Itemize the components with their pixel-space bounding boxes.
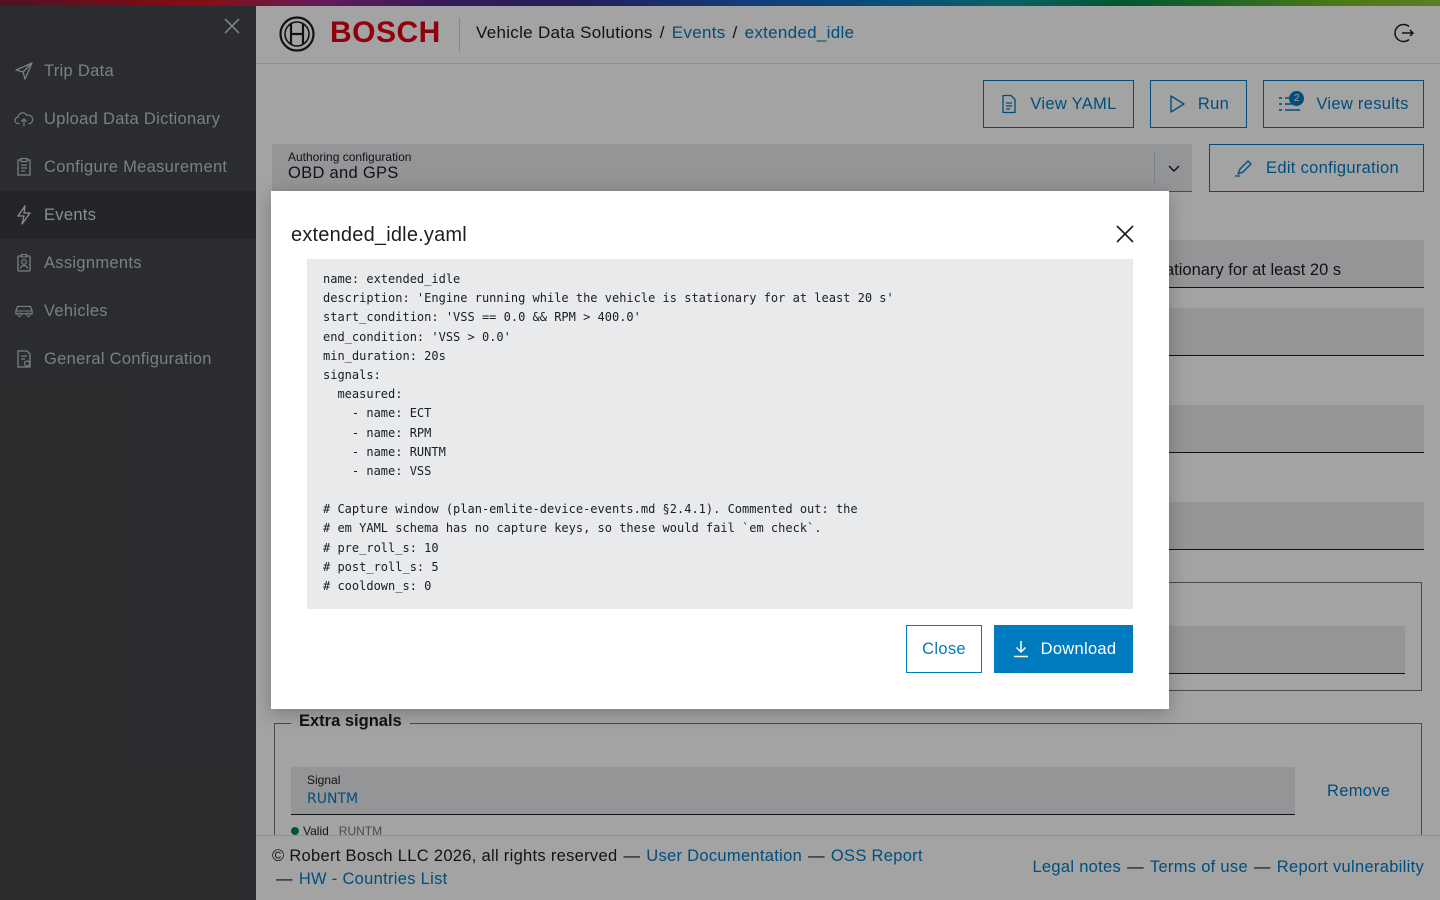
dialog-title: extended_idle.yaml (291, 224, 467, 246)
code-line: - name: RPM (323, 425, 432, 440)
code-line: measured: (323, 387, 403, 402)
close-button[interactable]: Close (906, 625, 982, 673)
yaml-dialog: extended_idle.yaml name: extended_idle d… (271, 191, 1169, 709)
code-line: end_condition: 'VSS > 0.0' (323, 329, 511, 344)
code-line: name: extended_idle (323, 272, 461, 286)
download-icon (1011, 639, 1031, 659)
code-line: - name: ECT (323, 406, 432, 421)
close-button-label: Close (922, 639, 966, 658)
yaml-code-block: name: extended_idle description: 'Engine… (307, 259, 1133, 609)
code-line: start_condition: 'VSS == 0.0 && RPM > 40… (323, 310, 641, 325)
code-line: # post_roll_s: 5 (323, 559, 439, 574)
code-line: description: 'Engine running while the v… (323, 291, 894, 306)
download-button[interactable]: Download (994, 625, 1133, 673)
code-line: signals: (323, 367, 381, 382)
code-line: # pre_roll_s: 10 (323, 540, 439, 555)
code-line: # em YAML schema has no capture keys, so… (323, 521, 822, 536)
code-line: - name: VSS (323, 463, 432, 478)
download-button-label: Download (1040, 639, 1117, 658)
code-line: # Capture window (plan-emlite-device-eve… (323, 502, 858, 517)
close-icon[interactable] (1114, 223, 1136, 245)
code-line: # cooldown_s: 0 (323, 579, 432, 593)
code-line: min_duration: 20s (323, 348, 446, 363)
code-line: - name: RUNTM (323, 444, 446, 459)
